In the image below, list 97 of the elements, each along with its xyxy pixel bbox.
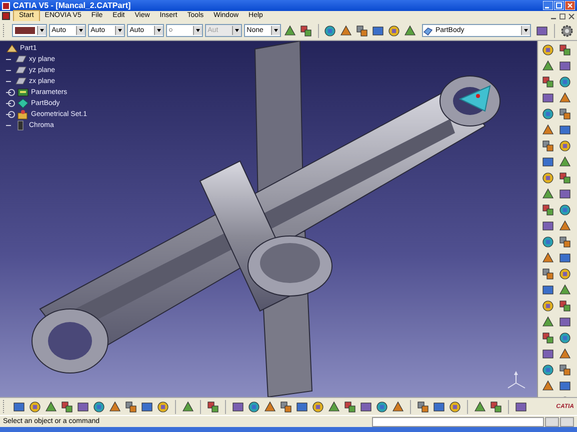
toolbar-icon[interactable] (156, 400, 170, 414)
toolbar-icon[interactable] (558, 203, 572, 217)
app-icon (2, 2, 10, 10)
toolbar-icon[interactable] (558, 315, 572, 329)
toolbar-icon[interactable] (541, 379, 555, 393)
toolbar-icon[interactable] (140, 400, 154, 414)
document-icon (2, 12, 10, 20)
toolbar-icon[interactable] (416, 400, 430, 414)
plane-icon[interactable] (15, 76, 27, 87)
toolbar-icon[interactable] (558, 251, 572, 265)
axis-triad-icon[interactable] (505, 369, 527, 391)
toolbar-icon[interactable] (231, 400, 245, 414)
body-icon[interactable] (17, 98, 29, 109)
toolbar-icon[interactable] (387, 24, 402, 38)
toolbar-icon[interactable] (541, 107, 555, 121)
body-icon[interactable] (423, 26, 434, 36)
toolbar-icon[interactable] (541, 187, 555, 201)
toolbar-icon[interactable] (558, 347, 572, 361)
toolbar-icon[interactable] (558, 299, 572, 313)
expand-toggle[interactable] (8, 111, 15, 118)
toolbar-icon[interactable] (311, 400, 325, 414)
color-dropdown[interactable] (12, 24, 47, 37)
plane-icon[interactable] (15, 65, 27, 76)
toolbar-icon[interactable] (448, 400, 462, 414)
toolbar-icon[interactable] (541, 203, 555, 217)
toolbar-icon[interactable] (279, 400, 293, 414)
toolbar-icon[interactable] (355, 24, 370, 38)
toolbar-icon[interactable] (541, 139, 555, 153)
toolbar-icon[interactable] (60, 400, 74, 414)
toolbar-icon[interactable] (558, 75, 572, 89)
part-icon[interactable] (6, 43, 18, 54)
toolbar-icon[interactable] (541, 123, 555, 137)
toolbar-icon[interactable] (343, 400, 357, 414)
toolbar-icon[interactable] (92, 400, 106, 414)
maximize-icon[interactable] (554, 1, 564, 10)
toolbar-icon[interactable] (558, 283, 572, 297)
toolbar-icon[interactable] (535, 24, 550, 38)
toolbar-icon[interactable] (403, 24, 418, 38)
toolbar-icon[interactable] (541, 75, 555, 89)
toolbar-icon[interactable] (323, 24, 338, 38)
toolbar-icon[interactable] (432, 400, 446, 414)
toolbar-icon[interactable] (541, 347, 555, 361)
window-title: CATIA V5 - [Mancal_2.CATPart] (13, 1, 132, 10)
toolbar-icon[interactable] (514, 400, 528, 414)
restore-icon[interactable] (559, 12, 566, 20)
toolbar-icon[interactable] (541, 363, 555, 377)
toolbar-icon[interactable] (375, 400, 389, 414)
toolbar-icon[interactable] (541, 171, 555, 185)
toolbar-icon[interactable] (124, 400, 138, 414)
toolbar-icon[interactable] (558, 171, 572, 185)
toolbar-icon[interactable] (558, 43, 572, 57)
toolbar-icon[interactable] (541, 155, 555, 169)
toolbar-icon[interactable] (558, 187, 572, 201)
toolbar-icon[interactable] (206, 400, 220, 414)
minimize-icon[interactable] (543, 1, 553, 10)
toolbar-icon[interactable] (541, 331, 555, 345)
toolbar-icon[interactable] (541, 91, 555, 105)
toolbar-icon[interactable] (541, 299, 555, 313)
gear-icon[interactable] (560, 24, 574, 38)
toolbar-icon[interactable] (489, 400, 503, 414)
parameters-icon[interactable] (17, 87, 29, 98)
toolbar-icon[interactable] (295, 400, 309, 414)
toolbar-icon[interactable] (558, 155, 572, 169)
toolbar-icon[interactable] (359, 400, 373, 414)
toolbar-icon[interactable] (371, 24, 386, 38)
toolbar-icon[interactable] (558, 219, 572, 233)
expand-toggle[interactable] (8, 100, 15, 107)
toolbar-icon[interactable] (541, 43, 555, 57)
toolbar-icon[interactable] (541, 219, 555, 233)
toolbar-icon[interactable] (558, 363, 572, 377)
toolbar-icon[interactable] (541, 235, 555, 249)
toolbar-icon[interactable] (558, 235, 572, 249)
toolbar-icon[interactable] (558, 123, 572, 137)
toolbar-icon[interactable] (558, 59, 572, 73)
toolbar-icon[interactable] (76, 400, 90, 414)
toolbar-icon[interactable] (558, 91, 572, 105)
toolbar-icon[interactable] (541, 59, 555, 73)
expand-toggle[interactable] (8, 89, 15, 96)
plane-icon[interactable] (15, 54, 27, 65)
toolbar-icon[interactable] (558, 139, 572, 153)
toolbar-icon[interactable] (12, 400, 26, 414)
toolbar-icon[interactable] (558, 267, 572, 281)
close-icon[interactable] (568, 12, 575, 20)
toolbar-icon[interactable] (28, 400, 42, 414)
toolbar-icon[interactable] (541, 251, 555, 265)
toolbar-icon[interactable] (541, 315, 555, 329)
toolbar-icon[interactable] (558, 331, 572, 345)
toolbar-icon[interactable] (558, 107, 572, 121)
toolbar-icon[interactable] (298, 24, 313, 38)
command-input-field[interactable] (372, 416, 544, 426)
toolbar-icon[interactable] (541, 283, 555, 297)
toolbar-icon[interactable] (541, 267, 555, 281)
toolbar-icon[interactable] (558, 379, 572, 393)
toolbar-icon[interactable] (247, 400, 261, 414)
toolbar-icon[interactable] (339, 24, 354, 38)
toolbar-icon[interactable] (282, 24, 297, 38)
geometrical-set-icon[interactable] (17, 109, 29, 120)
